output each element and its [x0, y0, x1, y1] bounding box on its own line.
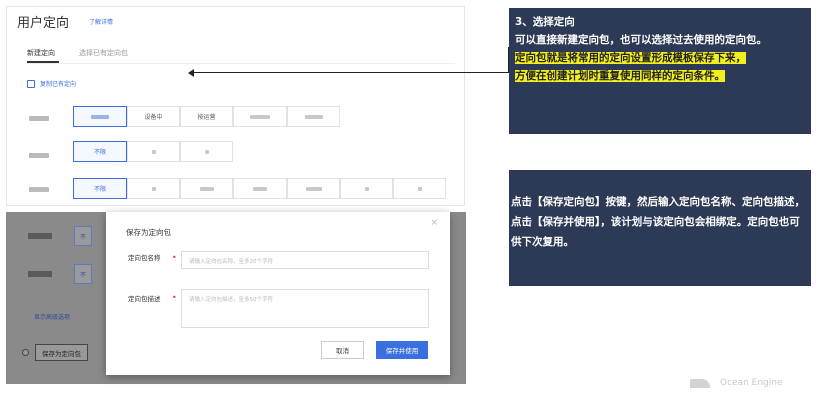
radio-icon — [22, 349, 29, 356]
dim-row: 不 — [28, 264, 92, 284]
save-package-modal: 保存为定向包 × 定向包名称 • 请输入定向包名称，至多20个字符 定向包描述 … — [106, 212, 450, 375]
package-name-label: 定向包名称 — [128, 254, 161, 262]
option-button[interactable]: 按运营 — [180, 106, 233, 127]
advanced-options-link: 显示高级选项 — [34, 314, 71, 321]
learn-more-link[interactable]: 了解详情 — [89, 17, 113, 26]
required-marker: • — [172, 253, 177, 262]
callout-select-targeting: 3、选择定向 可以直接新建定向包，也可以选择过去使用的定向包。 定向包就是将常用… — [509, 8, 811, 134]
watermark-text: Ocean Engine — [720, 378, 783, 388]
option-unlimited[interactable]: 不限 — [73, 141, 127, 162]
option-button[interactable] — [233, 178, 287, 199]
package-desc-label: 定向包描述 — [128, 295, 161, 303]
close-icon[interactable]: × — [430, 218, 438, 228]
dim-row-label — [28, 271, 52, 277]
blurred-text — [91, 114, 109, 119]
option-button[interactable] — [287, 106, 340, 127]
copy-icon — [27, 79, 35, 88]
callout-save-package: 点击【保存定向包】按键，然后输入定向包名称、定向包描述，点击【保存并使用】，该计… — [509, 170, 811, 286]
tab-new-targeting[interactable]: 新建定向 — [27, 48, 55, 58]
modal-title: 保存为定向包 — [126, 228, 171, 237]
option-button[interactable] — [287, 178, 340, 199]
option-unlimited[interactable]: 不限 — [73, 178, 127, 199]
blurred-text — [151, 149, 156, 154]
copy-targeting-label: 复制已有定向 — [40, 81, 77, 88]
dim-row-label — [28, 233, 52, 239]
callout-highlight: 定向包就是将常用的定向设置形成模板保存下来， — [515, 52, 746, 64]
targeting-panel: 用户定向 了解详情 新建定向 选择已有定向包 复制已有定向 设备中 按运营 不限… — [6, 6, 465, 206]
arrow-line — [192, 72, 508, 73]
row-label — [29, 153, 49, 158]
arrow-head — [188, 69, 194, 77]
blurred-text — [253, 186, 267, 191]
watermark: Ocean Engine — [690, 378, 783, 388]
save-as-package-button: 保存为定向包 — [35, 344, 88, 361]
package-name-input[interactable]: 请输入定向包名称，至多20个字符 — [181, 251, 429, 269]
blurred-text — [250, 114, 270, 119]
required-marker: • — [172, 293, 177, 302]
save-package-row: 保存为定向包 — [22, 344, 88, 361]
cancel-button[interactable]: 取消 — [321, 341, 364, 359]
section-title: 用户定向 — [17, 16, 70, 31]
save-and-use-button[interactable]: 保存并使用 — [376, 341, 428, 359]
blurred-text — [364, 186, 369, 191]
row-label — [29, 187, 49, 192]
copy-targeting-link[interactable]: 复制已有定向 — [27, 79, 76, 88]
tabs-divider — [25, 63, 455, 64]
dim-option: 不 — [74, 226, 92, 246]
callout-text: 点击【保存定向包】按键，然后输入定向包名称、定向包描述，点击【保存并使用】，该计… — [511, 196, 805, 248]
option-button[interactable] — [180, 178, 233, 199]
blurred-text — [204, 149, 209, 154]
blurred-text — [305, 186, 322, 191]
input-placeholder: 请输入定向包描述，至多50个字符 — [189, 297, 273, 303]
option-button[interactable] — [73, 106, 127, 127]
option-button[interactable] — [393, 178, 446, 199]
blurred-text — [304, 114, 323, 119]
blurred-text — [151, 186, 156, 191]
option-button[interactable] — [340, 178, 393, 199]
callout-highlight: 方便在创建计划时重复使用同样的定向条件。 — [515, 70, 725, 82]
dim-option: 不 — [74, 264, 92, 284]
package-desc-input[interactable]: 请输入定向包描述，至多50个字符 — [181, 289, 429, 328]
option-button[interactable] — [233, 106, 287, 127]
row-label — [29, 116, 49, 121]
option-button[interactable]: 设备中 — [127, 106, 180, 127]
callout-text: 可以直接新建定向包，也可以选择过去使用的定向包。 — [515, 34, 767, 46]
brand-logo-icon — [690, 378, 710, 388]
option-button[interactable] — [180, 141, 233, 162]
blurred-text — [417, 186, 422, 191]
dim-row: 不 — [28, 226, 92, 246]
option-button[interactable] — [127, 141, 180, 162]
option-button[interactable] — [127, 178, 180, 199]
callout-heading: 3、选择定向 — [515, 16, 575, 28]
input-placeholder: 请输入定向包名称，至多20个字符 — [189, 259, 273, 265]
tab-existing-package[interactable]: 选择已有定向包 — [79, 48, 128, 58]
blurred-text — [199, 186, 214, 191]
